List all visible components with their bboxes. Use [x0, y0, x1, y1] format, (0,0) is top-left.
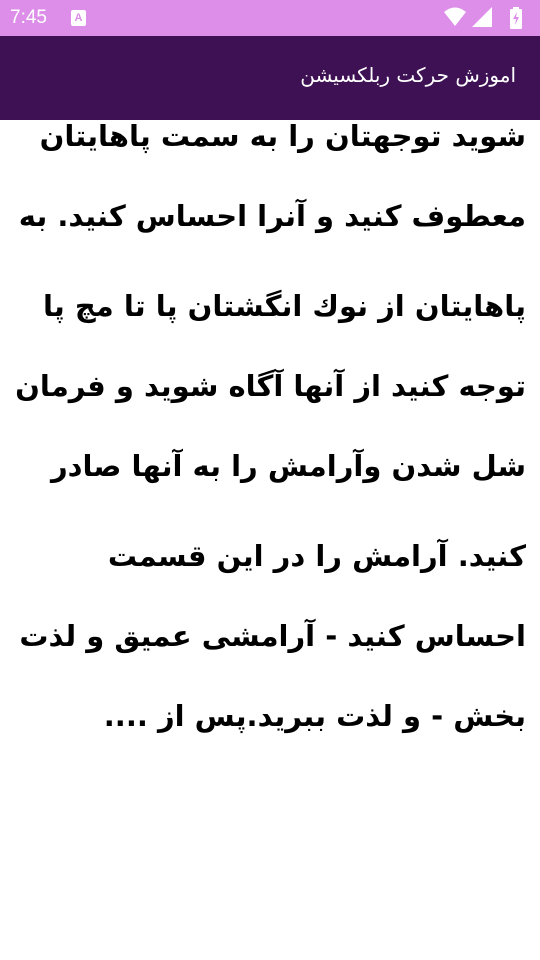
app-bar: اموزش حرکت ربلکسیشن: [0, 36, 540, 120]
lesson-content-scroll[interactable]: شوید توجهتان را به سمت پاهایتان معطوف کن…: [0, 120, 540, 960]
signal-icon: [472, 7, 492, 27]
lesson-paragraph: پاهایتان از نوك انگشتان پا تا مچ پا توجه…: [15, 289, 526, 483]
lesson-paragraph: شوید توجهتان را به سمت پاهایتان معطوف کن…: [18, 120, 526, 233]
status-time: 7:45: [10, 7, 47, 28]
lesson-text: شوید توجهتان را به سمت پاهایتان معطوف کن…: [14, 120, 526, 766]
page-title: اموزش حرکت ربلکسیشن: [300, 63, 516, 87]
a-notification-icon: A: [71, 10, 86, 26]
status-bar: 7:45 A: [0, 0, 540, 36]
lesson-paragraph: کنید. آرامش را در این قسمت احساس کنید - …: [19, 539, 526, 733]
wifi-icon: [444, 7, 466, 26]
battery-icon: [510, 7, 522, 29]
